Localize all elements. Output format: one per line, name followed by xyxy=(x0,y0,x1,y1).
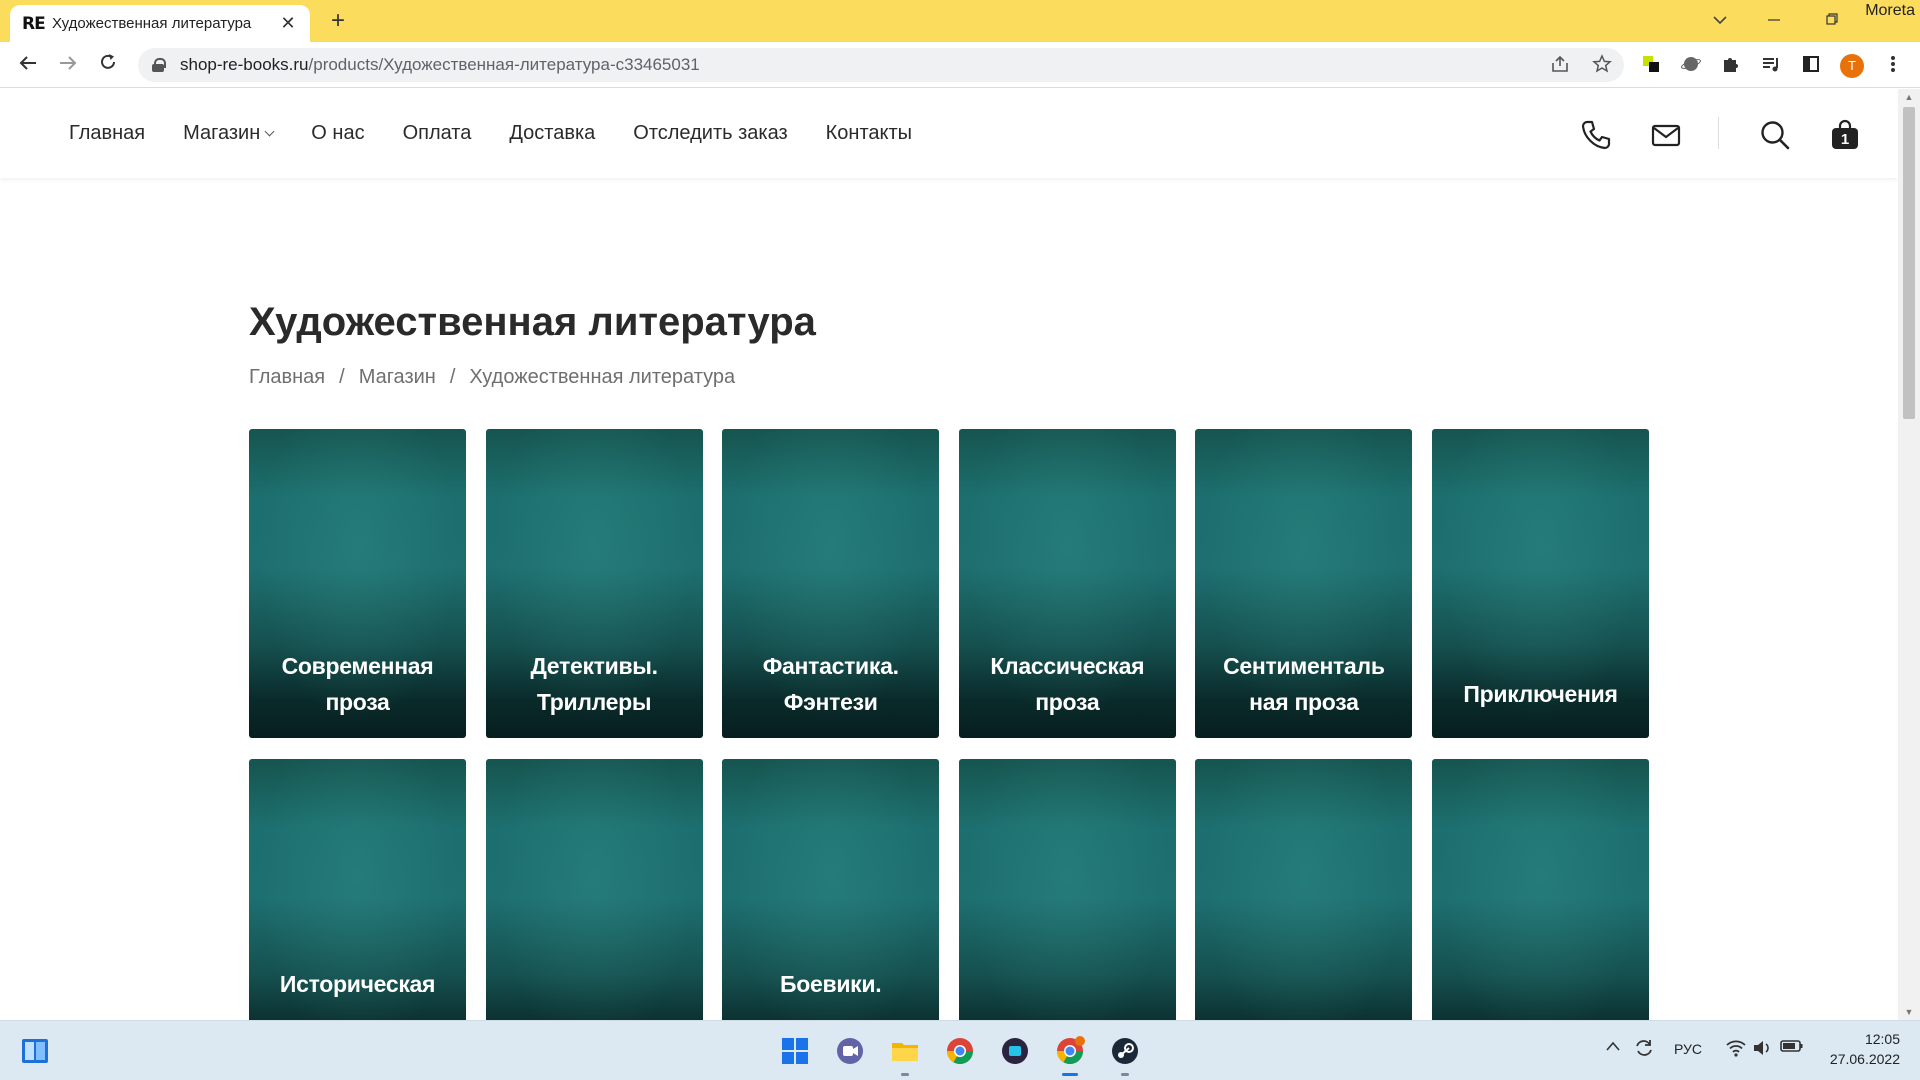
category-card[interactable]: Классическая проза xyxy=(958,429,1176,738)
category-card-label: Фантастика. Фэнтези xyxy=(762,653,899,715)
page-title: Художественная литература xyxy=(249,300,816,344)
category-card[interactable]: Сентименталь ная проза xyxy=(1195,429,1413,738)
site-header: Главная Магазин О нас Оплата Доставка От… xyxy=(0,89,1898,178)
teams-chat-icon[interactable] xyxy=(835,1036,865,1066)
url-domain: shop-re-books.ru xyxy=(180,55,309,74)
clock-time[interactable]: 12:05 xyxy=(1860,1031,1900,1047)
breadcrumb-separator: / xyxy=(339,366,345,388)
more-menu-icon[interactable] xyxy=(1882,54,1904,76)
category-grid: Современная проза Детективы. Триллеры Фа… xyxy=(249,429,1649,1068)
browser-toolbar: shop-re-books.ru/products/Художественная… xyxy=(0,42,1920,88)
menu-item-payment[interactable]: Оплата xyxy=(403,122,472,145)
breadcrumb-home[interactable]: Главная xyxy=(249,366,325,389)
new-tab-button[interactable]: + xyxy=(323,6,353,36)
category-card-label: Боевики. xyxy=(780,971,882,997)
chevron-down-icon xyxy=(264,126,275,137)
breadcrumb: Главная / Магазин / Художественная литер… xyxy=(249,366,735,389)
extensions-puzzle-icon[interactable] xyxy=(1720,54,1742,76)
category-card-label: Классическая проза xyxy=(990,653,1145,715)
volume-icon[interactable] xyxy=(1752,1039,1774,1060)
tray-chevron-up-icon[interactable] xyxy=(1605,1039,1621,1055)
clock-date[interactable]: 27.06.2022 xyxy=(1822,1051,1900,1067)
extension-adblock-icon[interactable] xyxy=(1640,54,1662,76)
minimize-icon[interactable] xyxy=(1752,6,1796,36)
breadcrumb-current: Художественная литература xyxy=(469,366,736,388)
menu-item-shop-label: Магазин xyxy=(183,122,261,144)
menu-item-home[interactable]: Главная xyxy=(69,122,145,145)
category-card-label: Сентименталь ная проза xyxy=(1223,653,1385,715)
category-card-label: Современная проза xyxy=(281,653,434,715)
page-scrollbar[interactable]: ▲ ▼ xyxy=(1898,89,1920,1020)
category-card[interactable]: Приключения xyxy=(1431,429,1649,738)
site-favicon-icon: RE xyxy=(22,13,46,34)
chrome-icon[interactable] xyxy=(945,1036,975,1066)
scroll-down-arrow-icon[interactable]: ▼ xyxy=(1898,1004,1920,1020)
search-icon[interactable] xyxy=(1759,119,1791,151)
menu-item-contacts[interactable]: Контакты xyxy=(826,122,912,145)
forward-arrow-icon[interactable] xyxy=(54,51,82,79)
steam-icon[interactable] xyxy=(1110,1036,1140,1066)
menu-item-delivery[interactable]: Доставка xyxy=(509,122,595,145)
file-explorer-icon[interactable] xyxy=(890,1036,920,1066)
sync-icon[interactable] xyxy=(1633,1037,1655,1062)
category-card-label: Детективы. Триллеры xyxy=(530,653,658,715)
chrome-profile-icon[interactable] xyxy=(1055,1036,1085,1066)
side-panel-icon[interactable] xyxy=(1800,54,1822,76)
browser-tab-strip: RE Художественная литература ✕ + Moreta xyxy=(0,0,1920,42)
profile-name: Moreta xyxy=(1865,2,1915,20)
scroll-thumb[interactable] xyxy=(1903,107,1915,419)
tab-search-chevron-icon[interactable] xyxy=(1698,6,1742,36)
running-indicator xyxy=(1121,1073,1129,1076)
media-playlist-icon[interactable] xyxy=(1760,54,1782,76)
profile-avatar[interactable]: T xyxy=(1840,54,1864,78)
category-card-label: Приключения xyxy=(1463,681,1618,707)
tab-title: Художественная литература xyxy=(52,15,252,32)
back-arrow-icon[interactable] xyxy=(14,51,42,79)
restore-icon[interactable] xyxy=(1810,6,1854,36)
category-card[interactable]: Детективы. Триллеры xyxy=(485,429,703,738)
active-indicator xyxy=(1062,1073,1078,1076)
url-path: /products/Художественная-литература-с334… xyxy=(308,55,700,74)
category-card-label: Историческая xyxy=(279,971,436,997)
header-divider xyxy=(1718,117,1719,149)
running-indicator xyxy=(901,1073,909,1076)
main-menu: Главная Магазин О нас Оплата Доставка От… xyxy=(69,89,912,178)
mail-icon[interactable] xyxy=(1650,119,1682,151)
cart-count: 1 xyxy=(1840,131,1850,148)
menu-item-track-order[interactable]: Отследить заказ xyxy=(633,122,787,145)
menu-item-shop[interactable]: Магазин xyxy=(183,122,275,145)
battery-icon[interactable] xyxy=(1780,1039,1804,1056)
category-card[interactable]: Фантастика. Фэнтези xyxy=(722,429,940,738)
phone-icon[interactable] xyxy=(1580,119,1612,151)
reload-icon[interactable] xyxy=(94,51,122,79)
start-windows-icon[interactable] xyxy=(780,1036,810,1066)
video-app-icon[interactable] xyxy=(1000,1036,1030,1066)
cart-bag-icon[interactable]: 1 xyxy=(1829,119,1861,151)
menu-item-about[interactable]: О нас xyxy=(311,122,364,145)
category-card[interactable]: Современная проза xyxy=(249,429,466,738)
browser-tab-active[interactable]: RE Художественная литература ✕ xyxy=(10,5,310,42)
lock-icon[interactable] xyxy=(152,58,166,72)
scroll-up-arrow-icon[interactable]: ▲ xyxy=(1898,89,1920,105)
address-bar[interactable]: shop-re-books.ru/products/Художественная… xyxy=(138,48,1624,82)
input-language[interactable]: РУС xyxy=(1674,1041,1702,1057)
bookmark-star-icon[interactable] xyxy=(1592,54,1612,79)
breadcrumb-separator: / xyxy=(449,366,456,388)
extension-vpn-icon[interactable] xyxy=(1680,54,1702,76)
breadcrumb-shop[interactable]: Магазин xyxy=(359,366,436,389)
tab-close-icon[interactable]: ✕ xyxy=(278,13,298,34)
windows-taskbar: РУС 12:05 27.06.2022 xyxy=(0,1020,1920,1080)
wifi-icon[interactable] xyxy=(1725,1039,1747,1060)
widgets-icon[interactable] xyxy=(20,1036,50,1066)
share-icon[interactable] xyxy=(1550,54,1570,79)
